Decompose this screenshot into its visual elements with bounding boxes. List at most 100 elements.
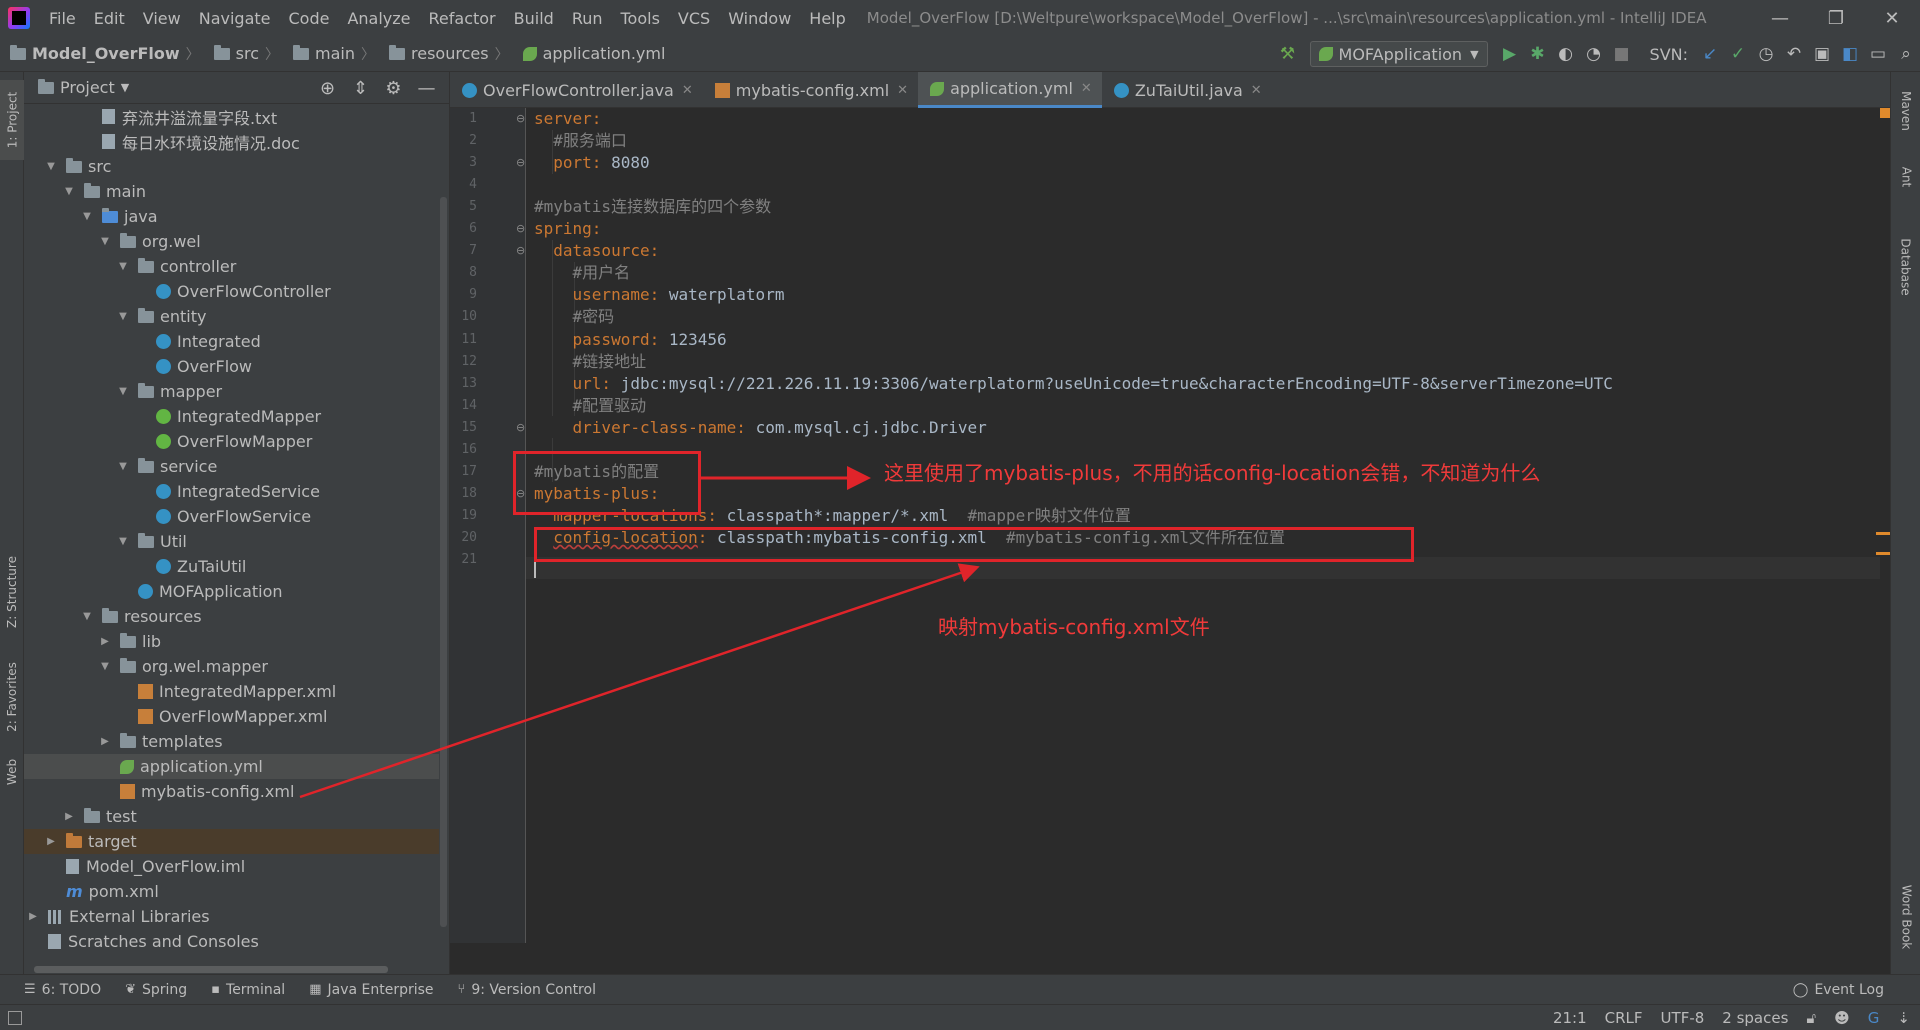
menu-item-analyze[interactable]: Analyze <box>338 9 419 28</box>
warning-status-icon[interactable] <box>1880 108 1890 118</box>
fold-icon[interactable]: ⊖ <box>516 112 528 125</box>
code-line[interactable]: spring: <box>534 218 601 240</box>
tree-item[interactable]: m pom.xml <box>24 879 439 904</box>
error-stripe-mark[interactable] <box>1876 552 1890 555</box>
tool-tab-favorites[interactable]: 2: Favorites <box>0 652 24 742</box>
menu-item-vcs[interactable]: VCS <box>669 9 719 28</box>
menu-item-run[interactable]: Run <box>563 9 612 28</box>
history-icon[interactable]: ◷ <box>1752 36 1780 72</box>
restore-icon[interactable]: ❐ <box>1808 0 1864 36</box>
chevron-down-icon[interactable]: ▼ <box>116 461 130 472</box>
inspector-icon[interactable]: ☻ <box>1834 1009 1850 1027</box>
bottom-tool-tab[interactable]: ☰ 6: TODO <box>24 982 101 998</box>
tree-item[interactable]: OverFlow <box>24 354 439 379</box>
breadcrumb-src[interactable]: src 〉 <box>204 44 283 64</box>
chevron-down-icon[interactable]: ▼ <box>80 611 94 622</box>
bottom-tool-tab[interactable]: ⑂ 9: Version Control <box>458 982 596 998</box>
vertical-scrollbar[interactable] <box>440 197 447 927</box>
tree-item[interactable]: mybatis-config.xml <box>24 779 439 804</box>
code-line[interactable]: port: 8080 <box>534 152 649 174</box>
tree-item[interactable]: ▶ target <box>24 829 439 854</box>
breadcrumb-file[interactable]: application.yml <box>513 44 670 63</box>
chevron-down-icon[interactable]: ▼ <box>116 536 130 547</box>
svn-commit-icon[interactable]: ✓ <box>1724 36 1752 72</box>
breadcrumb-project[interactable]: Model_OverFlow 〉 <box>0 44 204 64</box>
close-icon[interactable]: ✕ <box>1864 0 1920 36</box>
menu-item-navigate[interactable]: Navigate <box>190 9 280 28</box>
tree-item[interactable]: ▼ src <box>24 154 439 179</box>
chevron-right-icon[interactable]: ▶ <box>98 736 112 747</box>
tree-item[interactable]: ▼ org.wel.mapper <box>24 654 439 679</box>
breadcrumb-resources[interactable]: resources 〉 <box>379 44 513 64</box>
code-line[interactable]: server: <box>534 108 601 130</box>
tool-tab-ant[interactable]: Ant <box>1891 152 1920 202</box>
menu-item-build[interactable]: Build <box>505 9 563 28</box>
code-line[interactable]: password: 123456 <box>534 329 727 351</box>
code-line[interactable]: #服务端口 <box>534 130 627 152</box>
tree-item[interactable]: MOFApplication <box>24 579 439 604</box>
menu-item-view[interactable]: View <box>134 9 190 28</box>
tree-item[interactable]: ▼ entity <box>24 304 439 329</box>
breadcrumb-main[interactable]: main 〉 <box>283 44 379 64</box>
fold-icon[interactable]: ⊖ <box>516 244 528 257</box>
tool-tab-project[interactable]: 1: Project <box>0 80 24 160</box>
chevron-down-icon[interactable]: ▼ <box>44 161 58 172</box>
line-separator[interactable]: CRLF <box>1605 1009 1643 1027</box>
tree-item[interactable]: ▼ controller <box>24 254 439 279</box>
tool-windows-toggle-icon[interactable] <box>8 1010 22 1025</box>
tree-item[interactable]: Integrated <box>24 329 439 354</box>
gear-icon[interactable]: ⚙ <box>377 78 410 99</box>
code-line[interactable]: url: jdbc:mysql://221.226.11.19:3306/wat… <box>534 373 1613 395</box>
tree-item[interactable]: IntegratedMapper.xml <box>24 679 439 704</box>
svn-update-icon[interactable]: ↙ <box>1696 36 1724 72</box>
chevron-down-icon[interactable]: ▼ <box>80 211 94 222</box>
tree-item[interactable]: ▶ External Libraries <box>24 904 439 929</box>
rollback-icon[interactable]: ↶ <box>1780 36 1808 72</box>
close-tab-icon[interactable]: ✕ <box>1081 81 1092 96</box>
tree-item[interactable]: ▼ service <box>24 454 439 479</box>
editor-tab[interactable]: mybatis-config.xml ✕ <box>703 72 918 108</box>
build-hammer-icon[interactable]: ⚒ <box>1274 36 1302 72</box>
tree-item[interactable]: Model_OverFlow.iml <box>24 854 439 879</box>
tree-item[interactable]: ▶ templates <box>24 729 439 754</box>
chevron-down-icon[interactable]: ▼ <box>62 186 76 197</box>
bottom-tool-tab[interactable]: ▪ Terminal <box>211 982 285 998</box>
profile-icon[interactable]: ◔ <box>1580 36 1608 72</box>
run-configuration-select[interactable]: MOFApplication ▼ <box>1309 41 1488 67</box>
tree-item[interactable]: ▶ lib <box>24 629 439 654</box>
code-line[interactable]: #用户名 <box>534 262 631 284</box>
project-structure-icon[interactable]: ▣ <box>1808 36 1836 72</box>
translate-icon[interactable]: ◧ <box>1836 36 1864 72</box>
code-line[interactable]: #链接地址 <box>534 351 647 373</box>
file-encoding[interactable]: UTF-8 <box>1661 1009 1705 1027</box>
event-log-button[interactable]: ◯ Event Log <box>1793 975 1884 1005</box>
code-line[interactable]: #密码 <box>534 306 615 328</box>
tree-item[interactable]: ▼ java <box>24 204 439 229</box>
tree-item[interactable]: ▼ resources <box>24 604 439 629</box>
editor-tab[interactable]: ZuTaiUtil.java ✕ <box>1102 72 1272 108</box>
tree-item[interactable]: application.yml <box>24 754 439 779</box>
collapse-all-icon[interactable]: ⇕ <box>344 78 377 99</box>
tool-tab-web[interactable]: Web <box>0 752 24 792</box>
tree-item[interactable]: ZuTaiUtil <box>24 554 439 579</box>
editor-tab[interactable]: application.yml ✕ <box>918 72 1102 108</box>
tree-item[interactable]: OverFlowMapper.xml <box>24 704 439 729</box>
chevron-right-icon[interactable]: ▶ <box>62 811 76 822</box>
tree-item[interactable]: OverFlowMapper <box>24 429 439 454</box>
tree-item[interactable]: 每日水环境设施情况.doc <box>24 129 439 154</box>
error-stripe-mark[interactable] <box>1876 532 1890 535</box>
fold-icon[interactable]: ⊖ <box>516 222 528 235</box>
menu-item-file[interactable]: File <box>40 9 85 28</box>
lock-icon[interactable]: 🔓︎ <box>1806 1009 1816 1027</box>
chevron-down-icon[interactable]: ▼ <box>116 311 130 322</box>
chevron-down-icon[interactable]: ▼ <box>116 261 130 272</box>
chevron-right-icon[interactable]: ▶ <box>44 836 58 847</box>
code-line[interactable]: #mybatis连接数据库的四个参数 <box>534 196 771 218</box>
caret-position[interactable]: 21:1 <box>1553 1009 1587 1027</box>
locate-icon[interactable]: ⊕ <box>311 78 344 99</box>
code-line[interactable]: username: waterplatorm <box>534 284 785 306</box>
tree-item[interactable]: IntegratedService <box>24 479 439 504</box>
coverage-icon[interactable]: ◐ <box>1552 36 1580 72</box>
menu-item-code[interactable]: Code <box>280 9 339 28</box>
tree-item[interactable]: Scratches and Consoles <box>24 929 439 954</box>
